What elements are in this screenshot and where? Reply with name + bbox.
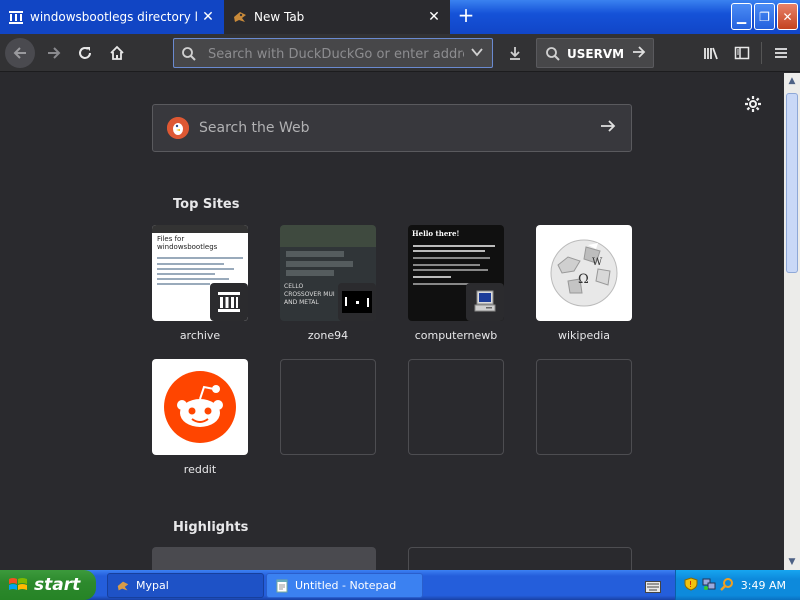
site-thumbnail: CELLO CROSSOVER MUI AND METAL	[280, 225, 376, 321]
reload-button[interactable]	[70, 39, 100, 67]
start-label: start	[34, 575, 81, 595]
taskbar-item-mypal[interactable]: Mypal	[107, 573, 264, 598]
network-icon[interactable]	[702, 577, 716, 591]
close-tab-icon[interactable]: ✕	[198, 9, 218, 25]
empty-site-slot	[280, 359, 376, 455]
computer-icon	[466, 283, 504, 321]
highlight-card[interactable]	[408, 547, 632, 570]
archive-icon	[8, 9, 24, 25]
restore-button[interactable]: ❐	[754, 3, 775, 30]
start-button[interactable]: start	[0, 570, 96, 600]
empty-site-slot	[408, 359, 504, 455]
top-site-empty[interactable]	[408, 359, 504, 455]
duckduckgo-logo-icon	[167, 117, 189, 139]
home-button[interactable]	[102, 39, 132, 67]
search-icon	[545, 46, 561, 65]
search-engine-label: USERVM	[567, 47, 625, 61]
empty-site-slot	[536, 359, 632, 455]
notepad-icon	[276, 579, 288, 592]
arrow-right-icon	[48, 47, 61, 59]
url-input[interactable]	[206, 44, 466, 64]
forward-button[interactable]	[39, 39, 69, 67]
new-tab-button[interactable]: +	[454, 4, 478, 28]
web-search-box[interactable]	[152, 104, 632, 152]
tab-label: New Tab	[254, 10, 305, 24]
svg-text:Ω: Ω	[578, 272, 589, 287]
top-site-zone94[interactable]: CELLO CROSSOVER MUI AND METAL zone94	[280, 225, 376, 342]
chevron-down-icon[interactable]	[470, 45, 484, 62]
top-site-wikipedia[interactable]: Ω W wikipedia	[536, 225, 632, 342]
browser-titlebar: windowsbootlegs directory listing ✕ New …	[0, 0, 800, 34]
search-icon[interactable]	[720, 577, 734, 591]
taskbar: start Mypal Untitled - Notepad ! 3:49 AM	[0, 570, 800, 600]
toolbar-divider	[761, 42, 762, 64]
thumbnail-heading: CELLO CROSSOVER MUI AND METAL	[284, 283, 335, 306]
thumbnail-heading: Hello there!	[412, 229, 460, 238]
taskbar-item-notepad[interactable]: Untitled - Notepad	[266, 573, 423, 598]
close-window-button[interactable]: ✕	[777, 3, 798, 30]
search-icon	[181, 46, 197, 66]
svg-text:W: W	[592, 257, 603, 268]
mypal-icon	[117, 581, 129, 590]
search-bar[interactable]: USERVM	[536, 38, 654, 68]
thumbnail-heading: Files for windowsbootlegs	[157, 235, 218, 251]
tab-windowsbootlegs[interactable]: windowsbootlegs directory listing ✕	[0, 0, 224, 34]
gear-icon[interactable]	[744, 95, 762, 113]
highlight-card[interactable]	[152, 547, 376, 570]
reload-icon	[79, 47, 91, 59]
download-icon	[510, 47, 520, 60]
site-label: computernewb	[414, 329, 498, 342]
minimize-button[interactable]: ▁	[731, 3, 752, 30]
top-site-computernewb[interactable]: Hello there! computernewb	[408, 225, 504, 342]
reddit-logo-icon	[152, 359, 248, 455]
top-site-archive[interactable]: Files for windowsbootlegs archive	[152, 225, 248, 342]
windows-logo-icon	[9, 578, 27, 590]
library-icon	[704, 47, 718, 60]
top-sites-heading: Top Sites	[173, 197, 240, 212]
site-label: archive	[179, 329, 221, 342]
scrollbar-thumb[interactable]	[786, 93, 798, 273]
arrow-left-icon	[13, 47, 26, 59]
tab-new-tab[interactable]: New Tab ✕	[224, 0, 450, 34]
clock: 3:49 AM	[740, 579, 786, 592]
top-site-reddit[interactable]: reddit	[152, 359, 248, 476]
library-button[interactable]	[696, 39, 726, 67]
sidebar-icon	[734, 46, 750, 60]
archive-icon	[210, 283, 248, 321]
security-shield-icon[interactable]: !	[684, 577, 698, 591]
mypal-icon	[232, 9, 248, 25]
sidebar-button[interactable]	[727, 39, 757, 67]
arrow-right-icon[interactable]	[631, 44, 647, 64]
site-thumbnail: Files for windowsbootlegs	[152, 225, 248, 321]
taskbar-item-label: Mypal	[136, 579, 169, 592]
web-search-input[interactable]	[197, 118, 577, 138]
highlights-heading: Highlights	[173, 520, 249, 535]
back-button[interactable]	[5, 38, 35, 68]
tab-label: windowsbootlegs directory listing	[30, 10, 198, 24]
url-bar[interactable]	[173, 38, 493, 68]
arrow-right-icon[interactable]	[599, 117, 617, 140]
hamburger-menu-icon	[775, 48, 787, 58]
site-label: zone94	[307, 329, 349, 342]
new-tab-page: Top Sites Files for windowsbootlegs arch…	[0, 73, 784, 570]
navigation-toolbar: USERVM	[0, 34, 800, 72]
menu-button[interactable]	[766, 39, 796, 67]
close-tab-icon[interactable]: ✕	[424, 9, 444, 25]
top-site-empty[interactable]	[280, 359, 376, 455]
top-site-empty[interactable]	[536, 359, 632, 455]
download-button[interactable]	[500, 39, 530, 67]
keyboard-icon[interactable]	[645, 578, 661, 593]
site-label: wikipedia	[557, 329, 610, 342]
scroll-up-arrow-icon[interactable]: ▲	[784, 73, 800, 89]
page-scrollbar[interactable]: ▲ ▼	[784, 73, 800, 570]
wikipedia-logo-icon: Ω W	[536, 225, 632, 321]
site-thumbnail: Hello there!	[408, 225, 504, 321]
site-label: reddit	[183, 463, 217, 476]
home-icon	[110, 45, 124, 60]
game-icon	[338, 283, 376, 321]
svg-text:!: !	[689, 580, 692, 589]
scroll-down-arrow-icon[interactable]: ▼	[784, 554, 800, 570]
taskbar-item-label: Untitled - Notepad	[295, 579, 397, 592]
system-tray: ! 3:49 AM	[675, 570, 800, 600]
